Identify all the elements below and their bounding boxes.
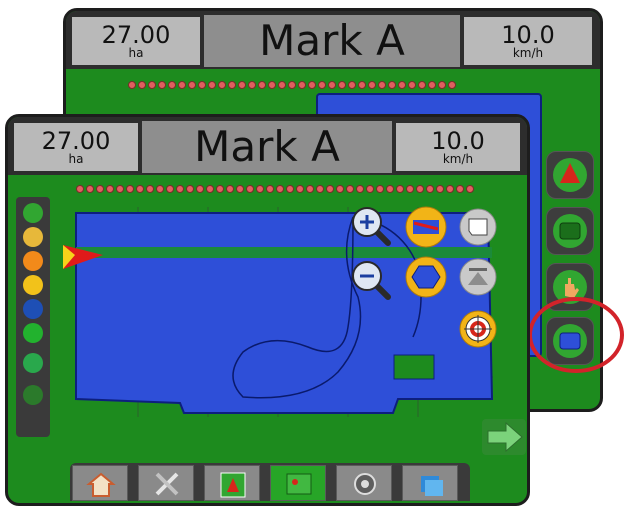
section-indicator: [288, 81, 296, 89]
section-indicator: [388, 81, 396, 89]
map-view-button[interactable]: [546, 317, 594, 365]
section-icon: [23, 323, 43, 343]
back-section-bar: [128, 81, 458, 91]
green-patch: [393, 354, 435, 380]
section-indicator: [138, 81, 146, 89]
section-indicator: [268, 81, 276, 89]
section-indicator: [258, 81, 266, 89]
section-indicator: [348, 81, 356, 89]
boom-icon: [23, 385, 43, 405]
speed-unit: km/h: [512, 46, 544, 60]
map-coverage-button[interactable]: [404, 255, 448, 299]
section-indicator: [428, 81, 436, 89]
zoom-out-button[interactable]: [348, 257, 394, 303]
zoom-in-icon: [352, 207, 391, 246]
section-indicator: [418, 81, 426, 89]
section-indicator: [338, 81, 346, 89]
section-indicator: [208, 81, 216, 89]
alert-icon: [23, 251, 43, 271]
gps-icon: [23, 275, 43, 295]
pan-button[interactable]: [546, 263, 594, 311]
section-indicator: [438, 81, 446, 89]
section-indicator: [198, 81, 206, 89]
section-indicator: [358, 81, 366, 89]
section-indicator: [448, 81, 456, 89]
field-view-button[interactable]: [546, 207, 594, 255]
field-view-icon: [286, 473, 312, 495]
field-boundary-button[interactable]: [458, 207, 498, 247]
map-view-icon: [553, 324, 587, 358]
section-indicator: [158, 81, 166, 89]
tab-data[interactable]: [402, 465, 458, 501]
section-indicator: [398, 81, 406, 89]
section-indicator: [308, 81, 316, 89]
tab-field-view[interactable]: [270, 465, 326, 501]
drop-icon: [23, 353, 43, 373]
section-indicator: [368, 81, 376, 89]
zoom-out-icon: [352, 261, 391, 300]
section-indicator: [318, 81, 326, 89]
zoom-in-button[interactable]: [348, 203, 394, 249]
back-top-bar: 27.00 ha Mark A 10.0 km/h: [66, 11, 600, 69]
section-indicator: [378, 81, 386, 89]
section-indicator: [298, 81, 306, 89]
next-button[interactable]: [482, 419, 526, 455]
perspective-icon: [459, 258, 497, 296]
field-map[interactable]: [8, 117, 527, 503]
tab-vehicle-view[interactable]: [204, 465, 260, 501]
section-indicator: [408, 81, 416, 89]
area-value: 27.00: [101, 21, 171, 49]
perspective-button[interactable]: [458, 257, 498, 297]
target-icon: [459, 310, 497, 348]
map-coverage-icon: [405, 256, 447, 298]
section-indicator: [228, 81, 236, 89]
front-screen: 27.00 ha Mark A 10.0 km/h: [5, 114, 530, 506]
area-unit: ha: [128, 46, 144, 60]
section-indicator: [178, 81, 186, 89]
pan-hand-icon: [553, 270, 587, 304]
data-icon: [421, 476, 443, 496]
section-indicator: [218, 81, 226, 89]
vehicle-view-icon: [220, 472, 246, 498]
speed-value: 10.0: [501, 21, 555, 49]
field-boundary-icon: [459, 208, 497, 246]
section-indicator: [168, 81, 176, 89]
tab-console[interactable]: [336, 465, 392, 501]
home-icon: [86, 472, 116, 497]
section-indicator: [248, 81, 256, 89]
tab-home[interactable]: [72, 465, 128, 501]
guideline-icon: [23, 227, 43, 247]
area-readout: 27.00 ha: [72, 17, 200, 65]
tools-icon: [155, 472, 179, 496]
tilt-icon: [23, 299, 43, 319]
arrow-right-icon: [482, 419, 526, 455]
screen-title: Mark A: [204, 15, 460, 67]
title-text: Mark A: [259, 16, 405, 65]
target-button[interactable]: [458, 309, 498, 349]
section-indicator: [148, 81, 156, 89]
section-indicator: [238, 81, 246, 89]
guidance-icon: [553, 158, 587, 192]
guidance-button[interactable]: [546, 151, 594, 199]
tab-tools[interactable]: [138, 465, 194, 501]
console-icon: [354, 473, 376, 495]
section-indicator: [188, 81, 196, 89]
vehicle-view-button[interactable]: [404, 205, 448, 249]
boundary-icon: [23, 203, 43, 223]
vehicle-view-icon: [405, 206, 447, 248]
section-indicator: [128, 81, 136, 89]
field-view-icon: [553, 214, 587, 248]
speed-readout: 10.0 km/h: [464, 17, 592, 65]
section-indicator: [328, 81, 336, 89]
section-indicator: [278, 81, 286, 89]
